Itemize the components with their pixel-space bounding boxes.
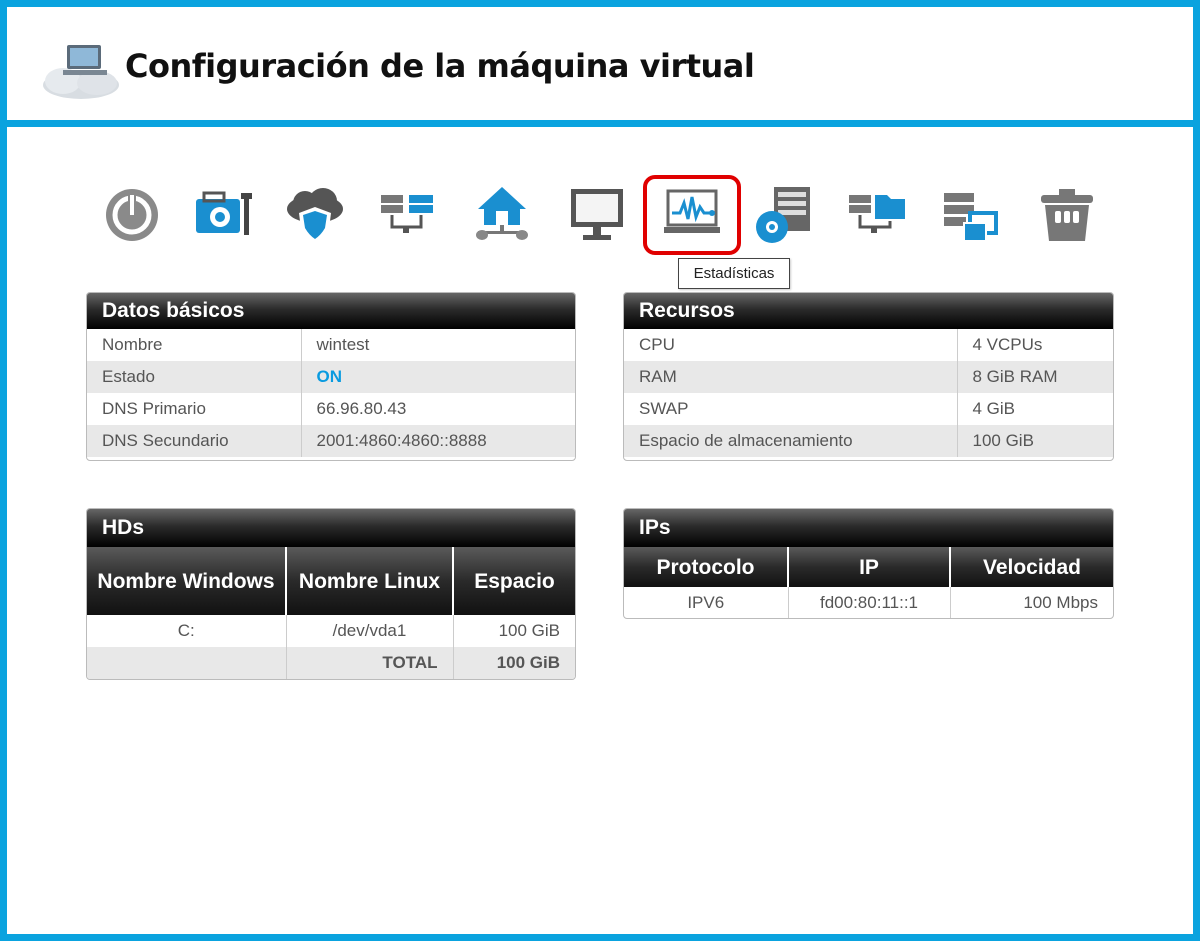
table-row: C: /dev/vda1 100 GiB <box>87 615 575 647</box>
table-row: CPU 4 VCPUs <box>624 329 1113 361</box>
row-value: 100 GiB <box>956 425 1113 457</box>
table-total-row: TOTAL 100 GiB <box>87 647 575 679</box>
trash-icon[interactable] <box>1035 183 1099 247</box>
server-folder-icon[interactable] <box>845 183 909 247</box>
row-value: 4 VCPUs <box>956 329 1113 361</box>
panel-title: Datos básicos <box>87 293 575 329</box>
home-network-icon[interactable] <box>470 183 534 247</box>
panel-title: Recursos <box>624 293 1113 329</box>
cell-speed: 100 Mbps <box>949 587 1113 618</box>
table-row: DNS Primario 66.96.80.43 <box>87 393 575 425</box>
table-row: Espacio de almacenamiento 100 GiB <box>624 425 1113 457</box>
row-label: Espacio de almacenamiento <box>624 425 957 457</box>
resources-table: CPU 4 VCPUs RAM 8 GiB RAM SWAP 4 GiB Esp… <box>624 329 1113 457</box>
row-label: RAM <box>624 361 957 393</box>
row-value: 2001:4860:4860::8888 <box>300 425 575 457</box>
server-images-icon[interactable] <box>940 183 1004 247</box>
total-label: TOTAL <box>285 647 453 679</box>
statistics-icon[interactable] <box>643 175 741 255</box>
basic-data-table: Nombre wintest Estado ON DNS Primario 66… <box>87 329 575 457</box>
row-label: DNS Primario <box>102 399 206 418</box>
ips-table: Protocolo IP Velocidad IPV6 fd00:80:11::… <box>624 547 1113 618</box>
cell-ip: fd00:80:11::1 <box>787 587 950 618</box>
hds-panel: HDs Nombre Windows Nombre Linux Espacio … <box>86 508 576 680</box>
table-row: DNS Secundario 2001:4860:4860::8888 <box>87 425 575 457</box>
table-row: Estado ON <box>87 361 575 393</box>
row-label: CPU <box>639 335 675 354</box>
row-label: SWAP <box>639 399 689 418</box>
table-row: SWAP 4 GiB <box>624 393 1113 425</box>
column-header: IP <box>787 547 950 587</box>
toolbar <box>0 175 1200 255</box>
row-label: Estado <box>87 361 301 393</box>
column-header: Espacio <box>452 547 575 615</box>
column-header: Protocolo <box>624 547 788 587</box>
cloud-shield-icon[interactable] <box>283 183 347 247</box>
window-frame <box>0 0 1200 941</box>
ips-panel: IPs Protocolo IP Velocidad IPV6 fd00:80:… <box>623 508 1114 619</box>
table-header-row: Nombre Windows Nombre Linux Espacio <box>87 547 575 615</box>
table-header-row: Protocolo IP Velocidad <box>624 547 1113 587</box>
row-value: wintest <box>300 329 575 361</box>
total-value: 100 GiB <box>452 647 575 679</box>
column-header: Nombre Windows <box>87 547 286 615</box>
row-value: 4 GiB <box>956 393 1113 425</box>
cell-linux: /dev/vda1 <box>285 615 453 647</box>
row-label: Nombre <box>102 335 163 354</box>
table-row: IPV6 fd00:80:11::1 100 Mbps <box>624 587 1113 618</box>
table-row: Nombre wintest <box>87 329 575 361</box>
page-title: Configuración de la máquina virtual <box>125 47 755 85</box>
row-value: 66.96.80.43 <box>300 393 575 425</box>
cell-windows: C: <box>177 621 195 640</box>
header: Configuración de la máquina virtual <box>7 7 1193 127</box>
panel-title: IPs <box>624 509 1113 547</box>
cell-space: 100 GiB <box>452 615 575 647</box>
tooltip: Estadísticas <box>678 258 790 289</box>
panel-title: HDs <box>87 509 575 547</box>
power-icon[interactable] <box>100 183 164 247</box>
monitor-icon[interactable] <box>565 183 629 247</box>
cell-protocol: IPV6 <box>687 593 725 612</box>
cloud-computer-icon <box>37 37 121 101</box>
basic-data-panel: Datos básicos Nombre wintest Estado ON D… <box>86 292 576 461</box>
cell-empty <box>87 647 286 679</box>
disc-server-icon[interactable] <box>752 183 816 247</box>
column-header: Velocidad <box>949 547 1113 587</box>
row-label: DNS Secundario <box>87 425 301 457</box>
row-value: 8 GiB RAM <box>956 361 1113 393</box>
status-badge: ON <box>300 361 575 393</box>
hds-table: Nombre Windows Nombre Linux Espacio C: /… <box>87 547 575 679</box>
network-servers-icon[interactable] <box>375 183 439 247</box>
toolbox-icon[interactable] <box>190 183 254 247</box>
resources-panel: Recursos CPU 4 VCPUs RAM 8 GiB RAM SWAP … <box>623 292 1114 461</box>
table-row: RAM 8 GiB RAM <box>624 361 1113 393</box>
column-header: Nombre Linux <box>285 547 453 615</box>
